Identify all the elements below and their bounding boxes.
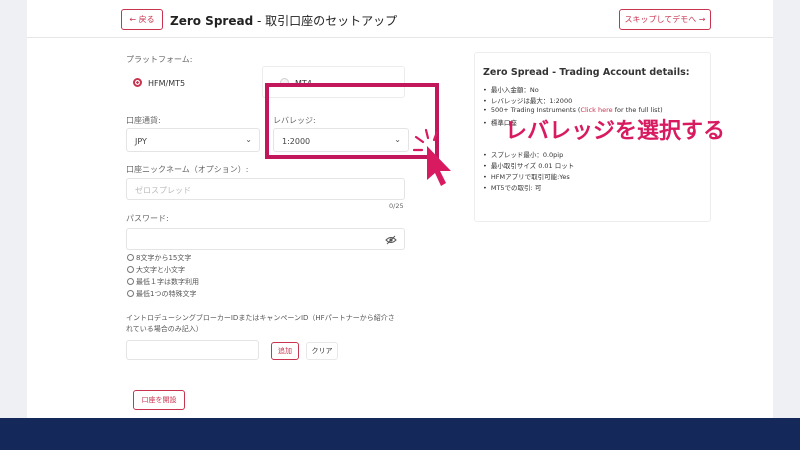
chevron-down-icon: ⌄ [245,135,252,144]
details-title: Zero Spread - Trading Account details: [483,67,690,78]
password-rule: 最低1つの特殊文字 [127,289,196,299]
back-label: ← 戻る [129,15,155,24]
skip-label: スキップしてデモへ → [624,15,706,24]
nickname-label: 口座ニックネーム（オプション）: [126,165,249,174]
currency-label: 口座通貨: [126,116,161,125]
skip-to-demo-button[interactable]: スキップしてデモへ → [619,9,711,30]
platform-label: プラットフォーム: [126,55,193,64]
ib-label-line2: れている場合のみ記入） [126,325,203,333]
detail-item: レバレッジは最大：1:2000 [483,95,572,105]
password-input[interactable] [126,228,405,250]
open-account-label: 口座を開設 [141,396,177,404]
add-button[interactable]: 追加 [271,342,299,360]
detail-item: 最小取引サイズ 0.01 ロット [483,160,574,170]
title-bold: Zero Spread [170,14,254,28]
ib-input[interactable] [126,340,259,360]
footer-band [0,418,800,450]
setup-card: ← 戻る Zero Spread - 取引口座のセットアップ スキップしてデモへ… [27,0,773,418]
password-rule: 8文字から15文字 [127,253,191,263]
ib-label-line1: イントロデューシングブローカーIDまたはキャンペーンID（HFパートナーから紹介… [126,314,395,322]
platform-option-label: HFM/MT5 [148,79,186,88]
header-bar: ← 戻る Zero Spread - 取引口座のセットアップ スキップしてデモへ… [27,0,773,38]
currency-value: JPY [135,137,147,146]
title-rest: - 取引口座のセットアップ [253,14,398,28]
password-rule: 大文字と小文字 [127,265,185,275]
detail-item: MT5での取引: 可 [483,182,541,192]
detail-item: 最小入金額：No [483,84,539,94]
hand-pointer-icon [413,128,451,186]
back-button[interactable]: ← 戻る [121,9,163,30]
open-account-button[interactable]: 口座を開設 [133,390,185,410]
detail-item: スプレッド最小：0.0pip [483,149,563,159]
page-title: Zero Spread - 取引口座のセットアップ [170,12,397,29]
platform-option-mt5[interactable]: HFM/MT5 [126,68,253,98]
nickname-input[interactable]: ゼロスプレッド [126,178,405,200]
clear-label: クリア [311,347,333,355]
password-label: パスワード: [126,214,169,223]
nickname-placeholder: ゼロスプレッド [135,186,191,195]
detail-item: HFMアプリで取引可能:Yes [483,171,570,181]
password-rule: 最低１字は数字利用 [127,277,199,287]
add-label: 追加 [278,347,292,355]
currency-select[interactable]: JPY ⌄ [126,128,260,152]
radio-selected-icon [133,78,142,87]
eye-off-icon[interactable] [385,235,397,245]
clear-button[interactable]: クリア [306,342,338,360]
annotation-text: レバレッジを選択する [505,119,726,144]
nickname-counter: 0/25 [389,202,404,210]
